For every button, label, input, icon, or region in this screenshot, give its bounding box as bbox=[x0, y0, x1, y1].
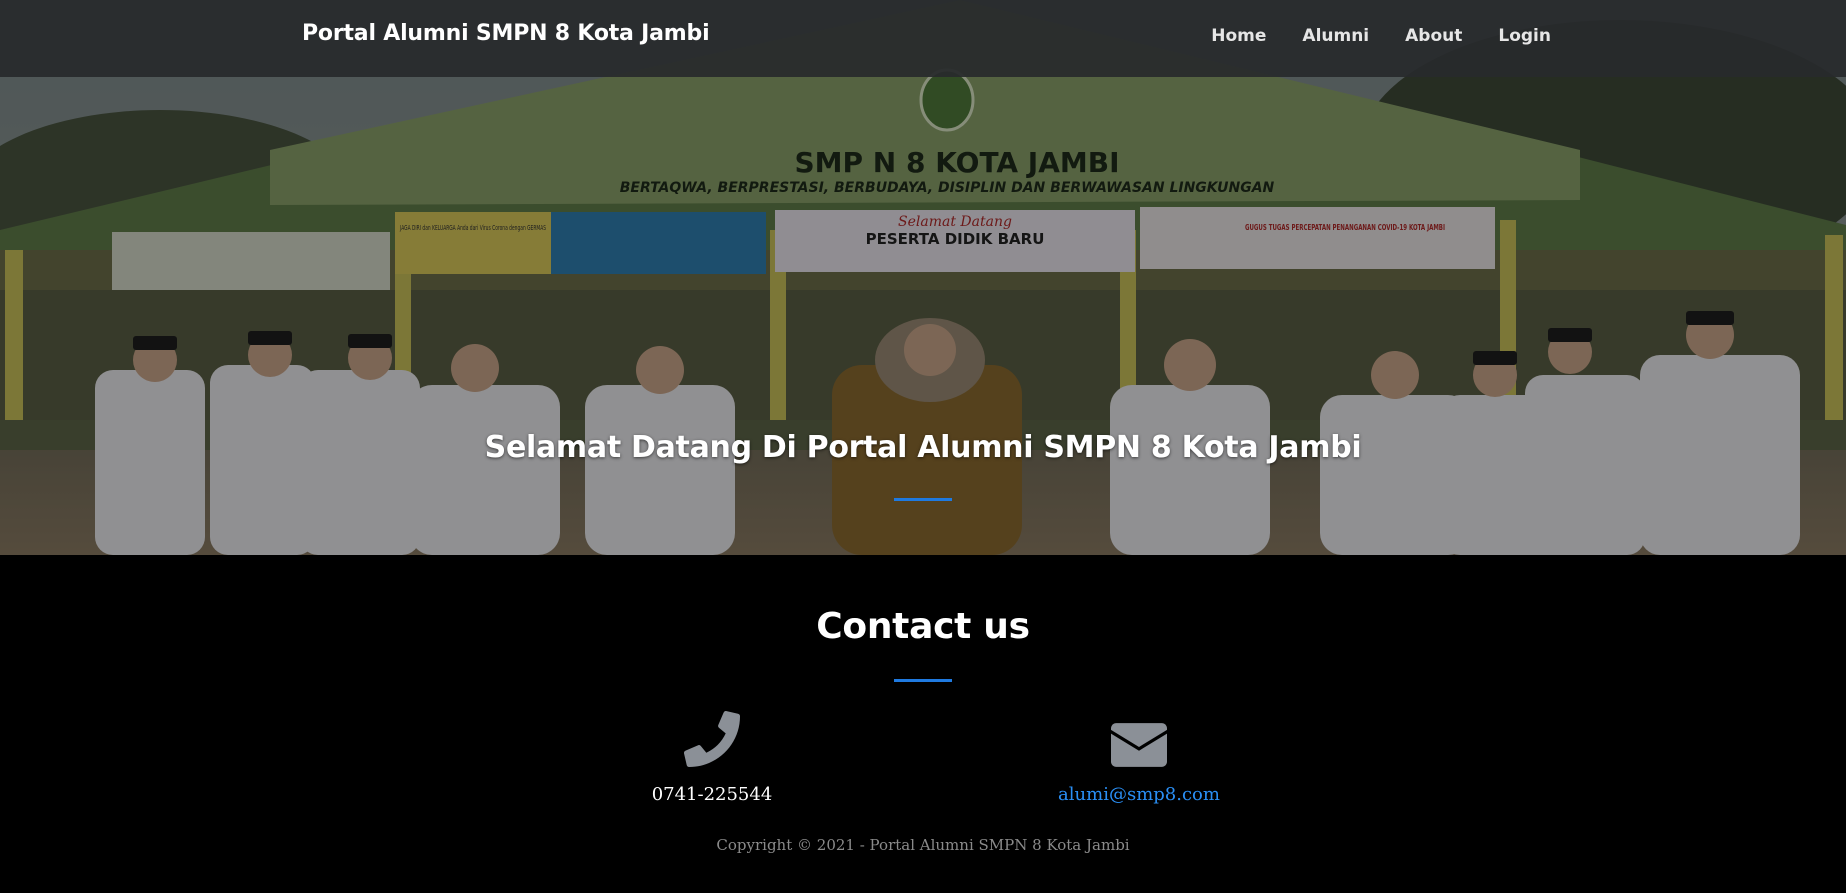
envelope-icon bbox=[989, 705, 1289, 767]
hero-section: SMP N 8 KOTA JAMBI BERTAQWA, BERPRESTASI… bbox=[0, 0, 1846, 555]
nav-links: Home Alumni About Login bbox=[1211, 26, 1551, 46]
phone-icon bbox=[562, 705, 862, 767]
phone-number: 0741-225544 bbox=[651, 784, 773, 805]
email-link[interactable]: alumi@smp8.com bbox=[1058, 784, 1220, 805]
nav-link-login[interactable]: Login bbox=[1498, 26, 1551, 46]
copyright-text: Copyright © 2021 - Portal Alumni SMPN 8 … bbox=[716, 836, 1130, 854]
brand-link[interactable]: Portal Alumni SMPN 8 Kota Jambi bbox=[302, 21, 710, 46]
nav-link-about[interactable]: About bbox=[1405, 26, 1462, 46]
contact-section: Contact us 0741-225544 alumi@smp8.com Co… bbox=[0, 555, 1846, 893]
nav-link-home[interactable]: Home bbox=[1211, 26, 1266, 46]
hero-title-divider bbox=[894, 498, 952, 501]
nav-link-alumni[interactable]: Alumni bbox=[1302, 26, 1369, 46]
contact-phone: 0741-225544 bbox=[562, 705, 862, 805]
contact-email: alumi@smp8.com bbox=[989, 705, 1289, 805]
hero-title: Selamat Datang Di Portal Alumni SMPN 8 K… bbox=[484, 430, 1362, 465]
contact-title: Contact us bbox=[816, 606, 1030, 647]
navbar: Portal Alumni SMPN 8 Kota Jambi Home Alu… bbox=[0, 0, 1846, 77]
contact-title-divider bbox=[894, 679, 952, 682]
hero-overlay bbox=[0, 0, 1846, 555]
